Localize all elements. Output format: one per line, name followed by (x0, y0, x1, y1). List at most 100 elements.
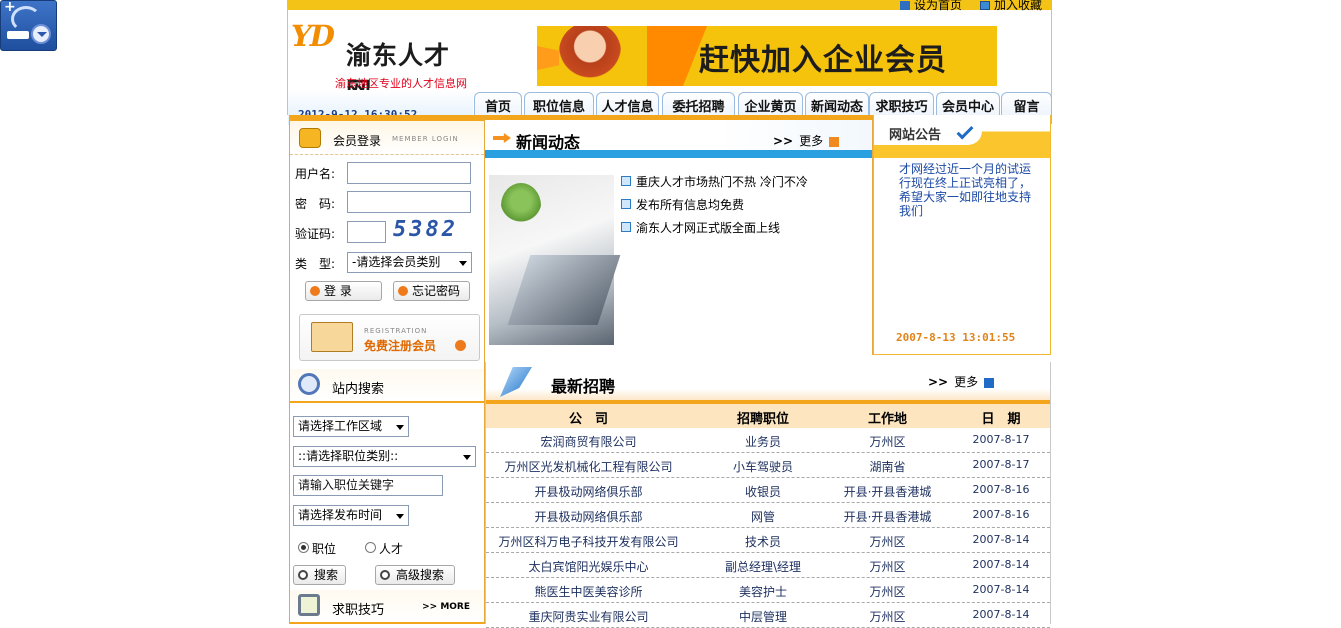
table-row[interactable]: 万州区光发机械化工程有限公司 小车驾驶员 湖南省 2007-8-17 (486, 453, 1050, 478)
member-type-select[interactable]: -请选择会员类别 (347, 252, 472, 273)
latest-jobs-panel: 最新招聘 >> 更多 公 司 招聘职位 工作地 日 期 宏润商贸有限公司 业务员 万州… (485, 362, 1051, 628)
pen-icon (500, 367, 532, 397)
membership-banner[interactable]: 赶快加入企业会员 (537, 26, 997, 86)
keyword-input[interactable]: 请输入职位关键字 (293, 475, 443, 496)
advanced-search-button[interactable]: 高级搜索 (375, 565, 455, 585)
search-title: 站内搜索 (332, 382, 385, 397)
date-cell: 2007-8-16 (972, 483, 1030, 496)
jobs-title: 最新招聘 (551, 377, 616, 396)
username-input[interactable] (347, 162, 471, 184)
position-link[interactable]: 技术员 (693, 533, 833, 550)
news-more-link[interactable]: >> 更多 (773, 132, 840, 149)
left-sidebar: 会员登录 MEMBER LOGIN 用户名: 密 码: 验证码: 5382 类 … (289, 115, 485, 624)
chevron-down-icon (463, 455, 471, 460)
position-link[interactable]: 中层管理 (693, 608, 833, 625)
notice-body: 才网经过近一个月的试运行现在终上正试亮相了，希望大家一如即往地支持我们 (899, 162, 1032, 218)
captcha-image[interactable]: 5382 (393, 217, 458, 242)
table-row[interactable]: 万州区科万电子科技开发有限公司 技术员 万州区 2007-8-14 (486, 528, 1050, 553)
site-logo[interactable]: YD 渝东人才网 渝东地区专业的人才信息网 (288, 10, 473, 106)
table-row[interactable]: 宏润商贸有限公司 业务员 万州区 2007-8-17 (486, 428, 1050, 453)
member-type-label: 类 型: (295, 257, 336, 271)
company-link[interactable]: 重庆阿贵实业有限公司 (486, 608, 691, 625)
date-cell: 2007-8-17 (972, 458, 1030, 471)
table-row[interactable]: 熊医生中医美容诊所 美容护士 万州区 2007-8-14 (486, 578, 1050, 603)
desktop-widget-icon[interactable]: + (0, 0, 57, 51)
date-cell: 2007-8-14 (972, 558, 1030, 571)
news-item[interactable]: 发布所有信息均免费 (621, 196, 808, 219)
table-row[interactable]: 太白宾馆阳光娱乐中心 副总经理\经理 万州区 2007-8-14 (486, 553, 1050, 578)
date-cell: 2007-8-14 (972, 608, 1030, 621)
location-cell: 开县·开县香港城 (843, 510, 932, 524)
location-cell: 开县·开县香港城 (843, 485, 932, 499)
col-location: 工作地 (867, 412, 907, 427)
tips-more-link[interactable]: >> MORE (422, 602, 470, 612)
date-cell: 2007-8-17 (972, 433, 1030, 446)
news-panel: 新闻动态 >> 更多 重庆人才市场热门不热 冷门不冷 发布所有信息均免费 渝东人才… (485, 115, 873, 355)
table-row[interactable]: 开县极动网络俱乐部 收银员 开县·开县香港城 2007-8-16 (486, 478, 1050, 503)
member-type-value: -请选择会员类别 (352, 255, 441, 269)
news-photo-plant (501, 183, 541, 228)
book-pen-icon (311, 322, 353, 352)
location-cell: 湖南省 (869, 460, 906, 474)
category-select[interactable]: ::请选择职位类别:: (293, 446, 476, 467)
position-link[interactable]: 小车驾驶员 (693, 458, 833, 475)
bullet-icon (621, 222, 631, 232)
radio-talent[interactable] (365, 542, 376, 553)
search-button-label: 搜索 (314, 568, 339, 582)
table-row[interactable]: 开县极动网络俱乐部 网管 开县·开县香港城 2007-8-16 (486, 503, 1050, 528)
news-item[interactable]: 重庆人才市场热门不热 冷门不冷 (621, 173, 808, 196)
news-item-text: 发布所有信息均免费 (636, 198, 745, 212)
register-button[interactable]: REGISTRATION 免费注册会员 (299, 314, 480, 361)
password-input[interactable] (347, 191, 471, 213)
radio-job[interactable] (298, 542, 309, 553)
company-link[interactable]: 万州区科万电子科技开发有限公司 (486, 533, 691, 550)
col-position: 招聘职位 (736, 412, 789, 427)
captcha-label: 验证码: (295, 227, 336, 241)
search-button[interactable]: 搜索 (293, 565, 346, 585)
company-link[interactable]: 熊医生中医美容诊所 (486, 583, 691, 600)
col-date: 日 期 (981, 412, 1021, 427)
tips-more-label: MORE (440, 602, 470, 612)
company-link[interactable]: 宏润商贸有限公司 (486, 433, 691, 450)
date-cell: 2007-8-14 (972, 583, 1030, 596)
jobs-more-link[interactable]: >> 更多 (928, 373, 995, 390)
position-link[interactable]: 收银员 (693, 483, 833, 500)
col-company: 公 司 (568, 412, 608, 427)
table-row[interactable]: 重庆阿贵实业有限公司 中层管理 万州区 2007-8-14 (486, 603, 1050, 628)
double-chevron-icon: >> (773, 134, 794, 148)
tips-title: 求职技巧 (332, 603, 385, 618)
position-link[interactable]: 副总经理\经理 (693, 558, 833, 575)
captcha-input[interactable] (347, 221, 386, 243)
news-list: 重庆人才市场热门不热 冷门不冷 发布所有信息均免费 渝东人才网正式版全面上线 (621, 173, 808, 242)
header: YD 渝东人才网 渝东地区专业的人才信息网 赶快加入企业会员 2012-9-12… (287, 10, 1052, 125)
register-label: 免费注册会员 (364, 339, 437, 353)
news-title: 新闻动态 (516, 133, 581, 152)
news-photo-laptop (507, 255, 621, 325)
dropdown-circle-icon[interactable] (31, 24, 51, 44)
company-link[interactable]: 太白宾馆阳光娱乐中心 (486, 558, 691, 575)
login-button[interactable]: 登 录 (305, 281, 382, 301)
company-link[interactable]: 开县极动网络俱乐部 (486, 483, 691, 500)
time-select-value: 请选择发布时间 (298, 508, 383, 522)
notice-title: 网站公告 (889, 128, 942, 143)
news-more-label: 更多 (799, 134, 824, 148)
area-select[interactable]: 请选择工作区域 (293, 416, 409, 437)
double-chevron-icon: >> (928, 375, 949, 389)
position-link[interactable]: 网管 (693, 508, 833, 525)
bullet-icon (621, 199, 631, 209)
news-item[interactable]: 渝东人才网正式版全面上线 (621, 219, 808, 242)
jobs-more-label: 更多 (954, 375, 979, 389)
location-cell: 万州区 (869, 560, 906, 574)
forgot-password-button[interactable]: 忘记密码 (393, 281, 470, 301)
register-en: REGISTRATION (364, 327, 428, 335)
position-link[interactable]: 美容护士 (693, 583, 833, 600)
company-link[interactable]: 万州区光发机械化工程有限公司 (486, 458, 691, 475)
login-button-label: 登 录 (324, 284, 352, 298)
login-header: 会员登录 MEMBER LOGIN (290, 121, 484, 155)
position-link[interactable]: 业务员 (693, 433, 833, 450)
go-arrow-icon (984, 377, 995, 388)
password-label: 密 码: (295, 197, 336, 211)
time-select[interactable]: 请选择发布时间 (293, 505, 409, 526)
tips-icon (298, 594, 320, 616)
company-link[interactable]: 开县极动网络俱乐部 (486, 508, 691, 525)
